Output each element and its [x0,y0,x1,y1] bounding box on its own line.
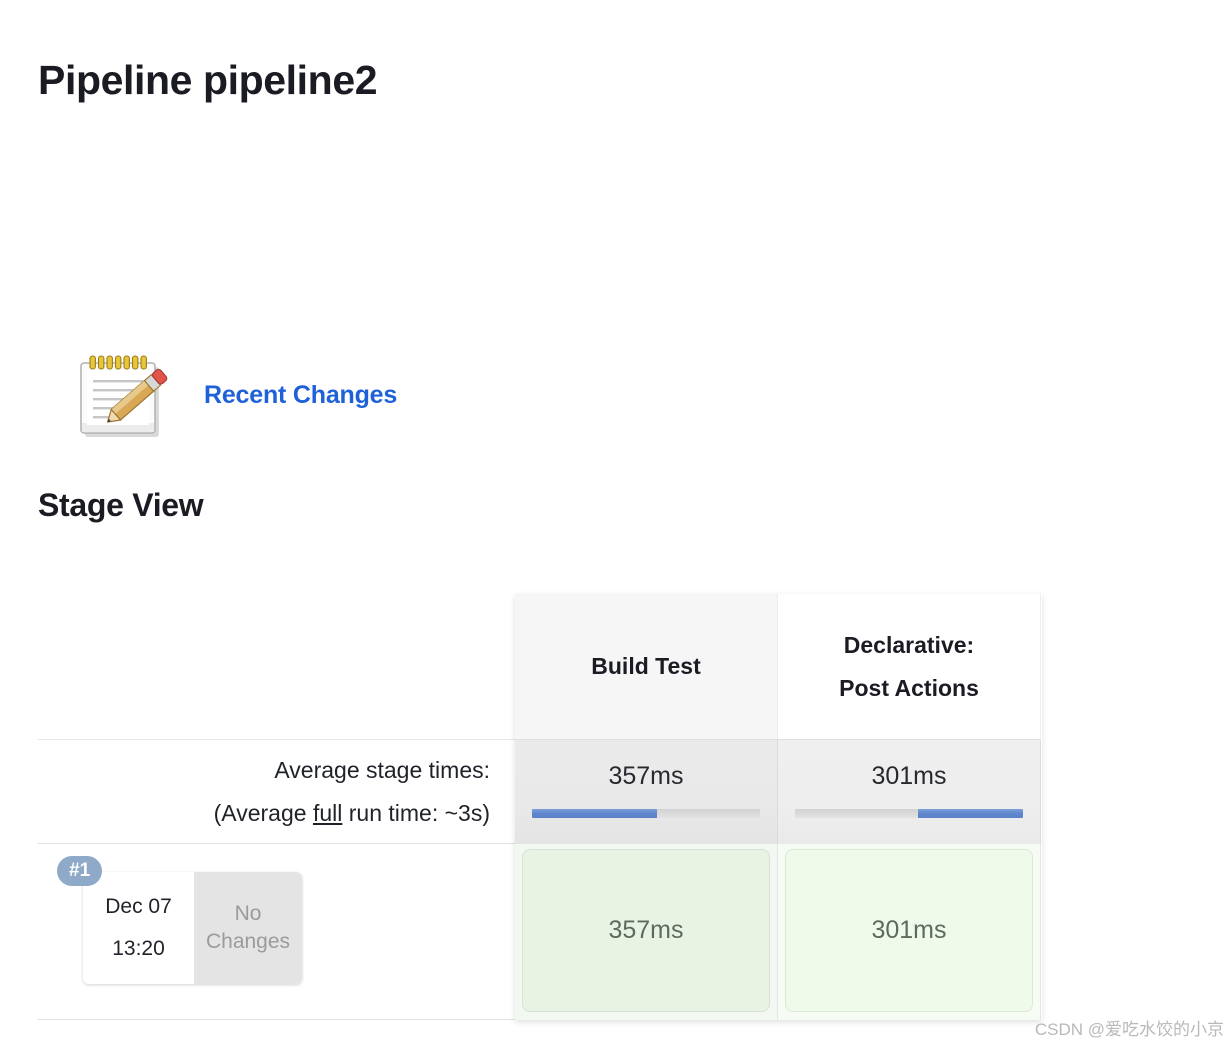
average-stage-times-label: Average stage times: (Average full run t… [38,739,515,844]
average-label-prefix: (Average [213,799,313,826]
stage-duration-bar [532,809,760,818]
average-label-line2: (Average full run time: ~3s) [214,792,490,835]
build-meta-group: Dec 07 13:20 No Changes [83,872,302,984]
build-row-info: #1 Dec 07 13:20 No Changes [38,844,515,1020]
build-date: Dec 07 [105,895,172,918]
average-label-line1: Average stage times: [274,756,490,783]
stage-header-line2: Post Actions [839,674,979,701]
stage-duration-bar [795,809,1023,818]
stage-average-time: 357ms [608,762,684,790]
stage-average-build-test: 357ms [515,739,778,844]
stage-header-line1: Declarative: [843,631,975,658]
stage-average-time: 301ms [871,762,947,790]
stage-header-build-test[interactable]: Build Test [515,594,778,739]
stage-result-duration: 301ms [785,849,1033,1012]
stage-result-duration: 357ms [522,849,770,1012]
average-label-suffix: run time: ~3s) [342,799,490,826]
stage-column-build-test: Build Test 357ms 357ms [515,594,778,1020]
stage-header-declarative-post-actions[interactable]: Declarative: Post Actions [778,594,1041,739]
average-label-full-term[interactable]: full [313,800,342,826]
page-title: Pipeline pipeline2 [38,57,378,103]
recent-changes-link[interactable]: Recent Changes [204,381,397,410]
build-number-badge[interactable]: #1 [57,856,103,886]
stage-column-declarative-post-actions: Declarative: Post Actions 301ms 301ms [778,594,1041,1020]
recent-changes-row: Recent Changes [72,347,397,443]
stage-view-heading: Stage View [38,487,204,523]
stage-duration-bar-fill [532,809,658,818]
stage-view-table: Average stage times: (Average full run t… [38,594,1042,1020]
stage-table-left-column: Average stage times: (Average full run t… [38,739,515,1020]
stage-duration-bar-fill [918,809,1023,818]
csdn-watermark: CSDN @爱吃水饺的小京 [1034,1020,1224,1039]
build-changes-chip[interactable]: No Changes [194,872,302,984]
stage-result-cell[interactable]: 301ms [778,844,1041,1020]
stage-columns: Build Test 357ms 357ms Declarative: Post… [515,594,1042,1020]
build-date-chip[interactable]: Dec 07 13:20 [83,872,194,984]
stage-average-declarative-post-actions: 301ms [778,739,1041,844]
build-time: 13:20 [112,937,165,960]
stage-result-cell[interactable]: 357ms [515,844,778,1020]
notepad-pencil-icon [80,355,168,437]
